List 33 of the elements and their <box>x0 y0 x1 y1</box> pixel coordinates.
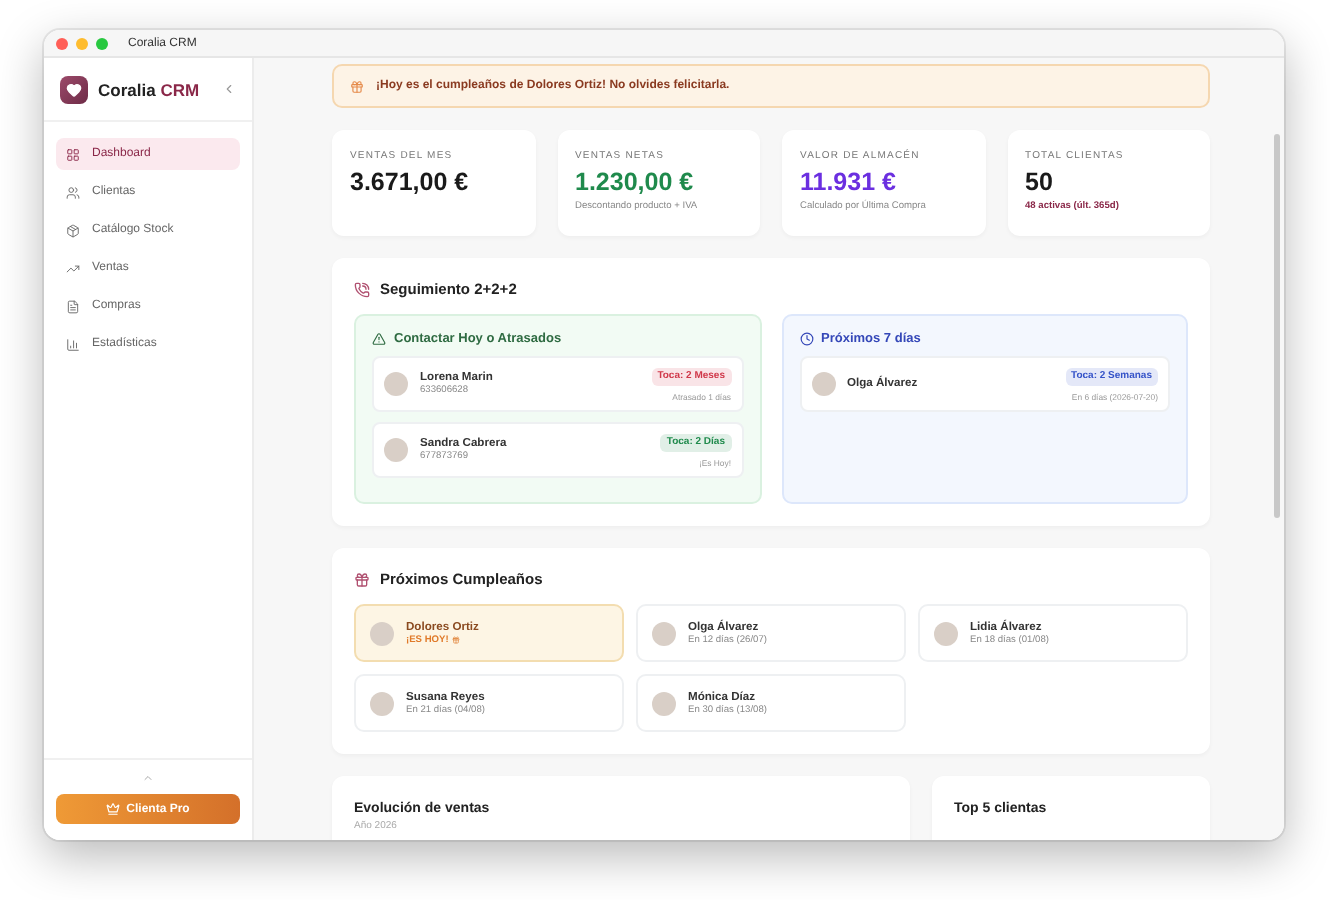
gift-icon <box>350 79 364 93</box>
phone-icon <box>354 281 370 297</box>
avatar <box>652 691 676 715</box>
stat-value: 11.931 € <box>800 168 898 196</box>
stat-value: 3.671,00 € <box>350 168 471 196</box>
warning-icon <box>372 332 386 346</box>
avatar <box>652 621 676 645</box>
avatar <box>384 438 408 462</box>
document-icon <box>66 299 80 313</box>
collapse-icon[interactable] <box>222 82 236 96</box>
bar-chart-icon <box>66 337 80 351</box>
close-icon[interactable] <box>56 37 68 49</box>
heart-logo-icon <box>60 75 88 103</box>
crown-icon <box>106 802 121 816</box>
zoom-icon[interactable] <box>96 37 108 49</box>
avatar <box>934 621 958 645</box>
gift-icon <box>354 571 370 587</box>
avatar <box>370 621 394 645</box>
grid-icon <box>66 147 80 161</box>
expand-icon[interactable] <box>142 772 154 784</box>
avatar <box>811 372 835 396</box>
clock-icon <box>799 332 813 346</box>
brand-name: Coralia CRM <box>98 79 200 99</box>
users-icon <box>66 185 80 199</box>
scrollbar[interactable] <box>1274 134 1280 518</box>
gift-icon <box>452 636 461 644</box>
box-icon <box>66 223 80 237</box>
minimize-icon[interactable] <box>76 37 88 49</box>
stat-value: 1.230,00 € <box>575 168 696 196</box>
stat-value: 50 <box>1025 168 1055 196</box>
trend-line-icon <box>66 261 80 275</box>
avatar <box>370 691 394 715</box>
avatar <box>384 372 408 396</box>
